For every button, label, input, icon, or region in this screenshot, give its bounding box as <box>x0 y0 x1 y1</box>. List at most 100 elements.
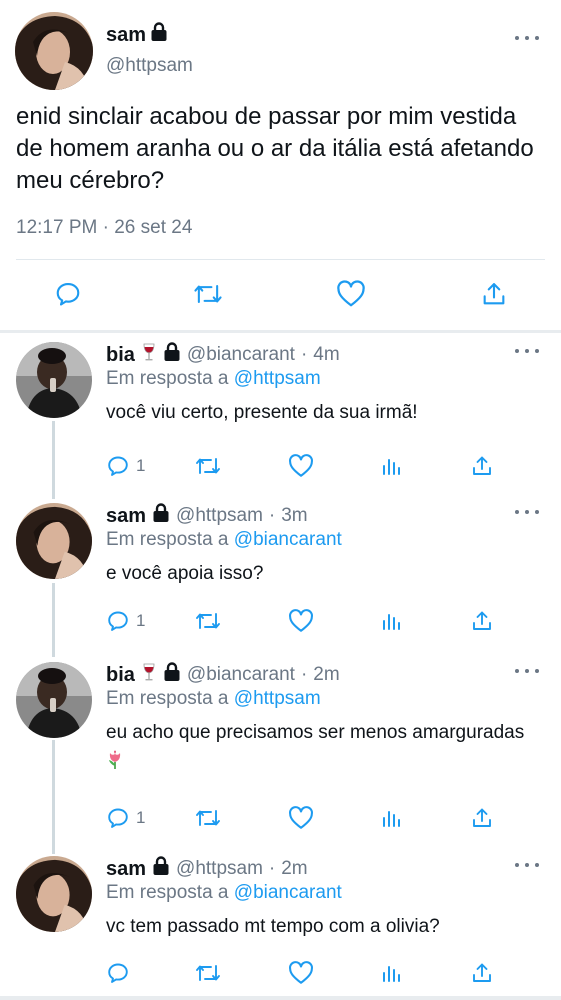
separator-dot: · <box>268 505 276 526</box>
more-options-icon[interactable] <box>515 346 539 356</box>
lock-icon <box>152 856 170 882</box>
bottom-separator <box>0 996 561 1000</box>
reply-author-name[interactable]: sam <box>106 858 146 881</box>
reply-time[interactable]: 2m <box>313 664 339 686</box>
avatar-sam[interactable] <box>16 503 92 579</box>
reply-icon[interactable] <box>54 280 82 308</box>
separator-dot: · <box>268 858 276 879</box>
reply-count: 1 <box>136 611 146 630</box>
replying-to: Em resposta a @httpsam <box>106 368 321 390</box>
reply-icon[interactable]: 1 <box>106 609 145 633</box>
like-icon[interactable] <box>336 280 366 308</box>
tweet-timestamp[interactable]: 12:17 PM · 26 set 24 <box>16 217 192 239</box>
reply-header: sam @httpsam · 3m <box>106 503 308 529</box>
more-options-icon[interactable] <box>515 860 539 870</box>
replying-to: Em resposta a @biancarant <box>106 882 342 904</box>
separator-dot: · <box>300 344 308 365</box>
retweet-icon[interactable] <box>194 454 222 478</box>
reply-handle[interactable]: @httpsam <box>176 858 263 880</box>
replying-to: Em resposta a @httpsam <box>106 688 321 710</box>
reply-actions: 1 <box>0 454 561 484</box>
share-icon[interactable] <box>480 280 508 308</box>
lock-icon <box>163 342 181 368</box>
replying-to-label: Em resposta a <box>106 368 229 389</box>
analytics-icon[interactable] <box>380 609 404 633</box>
replying-to-handle[interactable]: @biancarant <box>234 529 342 550</box>
replying-to-handle[interactable]: @httpsam <box>234 368 321 389</box>
reply-actions: 1 <box>0 806 561 836</box>
reply-time[interactable]: 4m <box>313 344 339 366</box>
replying-to: Em resposta a @biancarant <box>106 529 342 551</box>
author-name: sam <box>106 23 147 46</box>
like-icon[interactable] <box>288 806 314 830</box>
reply-text: você viu certo, presente da sua irmã! <box>106 402 418 423</box>
tweet-text: enid sinclair acabou de passar por mim v… <box>16 103 534 194</box>
main-tweet: sam @httpsam enid sinclair acabou de pas… <box>0 0 561 332</box>
like-icon[interactable] <box>288 609 314 633</box>
reply-author-name[interactable]: bia <box>106 344 135 367</box>
divider <box>16 259 545 260</box>
replying-to-handle[interactable]: @httpsam <box>234 688 321 709</box>
retweet-icon[interactable] <box>194 961 222 985</box>
reply-text: vc tem passado mt tempo com a olivia? <box>106 916 440 937</box>
reply-author-name[interactable]: bia <box>106 664 135 687</box>
share-icon[interactable] <box>470 961 494 985</box>
reply-handle[interactable]: @httpsam <box>176 505 263 527</box>
avatar-bia[interactable] <box>16 342 92 418</box>
reply-actions <box>0 961 561 991</box>
reply-icon[interactable] <box>106 961 130 985</box>
lock-icon <box>152 503 170 529</box>
analytics-icon[interactable] <box>380 806 404 830</box>
reply-tweet[interactable]: sam @httpsam · 3m Em resposta a @biancar… <box>0 503 561 653</box>
replying-to-label: Em resposta a <box>106 688 229 709</box>
reply-tweet[interactable]: bia @biancarant · 4m Em resposta a @http… <box>0 342 561 492</box>
reply-icon[interactable]: 1 <box>106 454 145 478</box>
more-options-icon[interactable] <box>515 666 539 676</box>
tweet-actions <box>0 268 561 322</box>
retweet-icon[interactable] <box>194 806 222 830</box>
tulip-emoji-icon <box>106 749 124 781</box>
main-author-name[interactable]: sam <box>106 22 168 48</box>
like-icon[interactable] <box>288 961 314 985</box>
more-options-icon[interactable] <box>515 33 539 43</box>
replying-to-label: Em resposta a <box>106 529 229 550</box>
reply-handle[interactable]: @biancarant <box>187 344 295 366</box>
reply-text-container: eu acho que precisamos ser menos amargur… <box>106 717 526 781</box>
reply-icon[interactable]: 1 <box>106 806 145 830</box>
reply-actions: 1 <box>0 609 561 639</box>
avatar-sam[interactable] <box>16 856 92 932</box>
retweet-icon[interactable] <box>194 609 222 633</box>
separator-dot: · <box>300 664 308 685</box>
wine-glass-icon <box>141 662 157 688</box>
reply-count: 1 <box>136 456 146 475</box>
share-icon[interactable] <box>470 806 494 830</box>
analytics-icon[interactable] <box>380 454 404 478</box>
more-options-icon[interactable] <box>515 507 539 517</box>
retweet-icon[interactable] <box>192 280 224 308</box>
share-icon[interactable] <box>470 609 494 633</box>
like-icon[interactable] <box>288 454 314 478</box>
reply-text: eu acho que precisamos ser menos amargur… <box>106 722 525 743</box>
reply-header: bia @biancarant · 4m <box>106 342 340 368</box>
reply-author-name[interactable]: sam <box>106 505 146 528</box>
replying-to-label: Em resposta a <box>106 882 229 903</box>
avatar-sam[interactable] <box>15 12 93 90</box>
lock-icon <box>150 22 168 48</box>
reply-text: e você apoia isso? <box>106 563 264 584</box>
reply-count: 1 <box>136 808 146 827</box>
main-handle[interactable]: @httpsam <box>106 55 193 77</box>
reply-time[interactable]: 2m <box>281 858 307 880</box>
reply-handle[interactable]: @biancarant <box>187 664 295 686</box>
reply-header: bia @biancarant · 2m <box>106 662 340 688</box>
share-icon[interactable] <box>470 454 494 478</box>
analytics-icon[interactable] <box>380 961 404 985</box>
replying-to-handle[interactable]: @biancarant <box>234 882 342 903</box>
reply-time[interactable]: 3m <box>281 505 307 527</box>
reply-tweet[interactable]: bia @biancarant · 2m Em resposta a @http… <box>0 662 561 842</box>
section-separator <box>0 330 561 333</box>
reply-header: sam @httpsam · 2m <box>106 856 308 882</box>
avatar-bia[interactable] <box>16 662 92 738</box>
wine-glass-icon <box>141 342 157 368</box>
reply-tweet[interactable]: sam @httpsam · 2m Em resposta a @biancar… <box>0 856 561 996</box>
lock-icon <box>163 662 181 688</box>
